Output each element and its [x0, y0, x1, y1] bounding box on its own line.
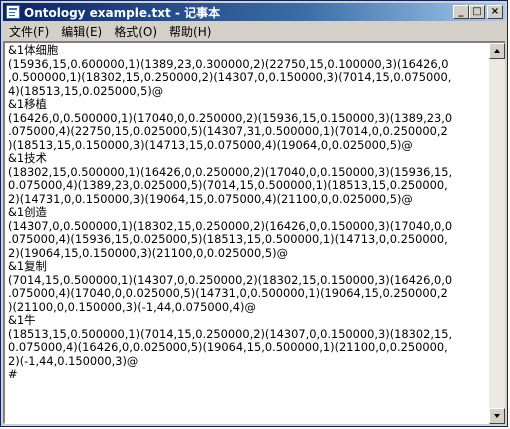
document-line: .075000,4)(15936,15,0.025000,5)(18513,15… — [8, 232, 448, 246]
document-line: &1技术 — [8, 151, 47, 165]
arrow-up-icon — [494, 49, 500, 53]
document-line: )(18513,15,0.150000,3)(14713,15,0.075000… — [8, 137, 413, 152]
document-line: .075000,4)(22750,15,0.025000,5)(14307,31… — [8, 124, 448, 138]
close-button[interactable]: × — [487, 5, 503, 19]
vertical-scrollbar[interactable] — [489, 41, 505, 424]
document-line: (15936,15,0.600000,1)(1389,23,0.300000,2… — [8, 56, 449, 71]
minimize-button[interactable]: _ — [453, 5, 469, 19]
document-line: 0.075000,4)(16426,0,0.025000,5)(19064,15… — [8, 340, 448, 354]
document-line: 2)(19064,15,0.150000,3)(21100,0,0.025000… — [8, 245, 288, 260]
menu-edit[interactable]: 编辑(E) — [55, 23, 108, 40]
document-line: ,0.500000,1)(18302,15,0.250000,2)(14307,… — [8, 70, 452, 84]
document-line: &1牛 — [8, 313, 36, 327]
scroll-down-button[interactable] — [489, 408, 505, 424]
menu-file[interactable]: 文件(F) — [3, 23, 55, 40]
document-line: 4)(18513,15,0.025000,5)@ — [8, 83, 164, 98]
document-line: .075000,4)(17040,0,0.025000,5)(14731,0,0… — [8, 286, 448, 300]
notepad-window: Ontology example.txt - 记事本 _ □ × 文件(F) 编… — [0, 0, 508, 427]
menu-help[interactable]: 帮助(H) — [163, 23, 217, 40]
document-line: &1体细胞 — [8, 43, 59, 57]
window-title: Ontology example.txt - 记事本 — [24, 5, 221, 20]
document-line: (18302,15,0.500000,1)(16426,0,0.250000,2… — [8, 164, 453, 179]
document-line: (14307,0,0.500000,1)(18302,15,0.250000,2… — [8, 218, 453, 233]
arrow-down-icon — [494, 414, 500, 418]
maximize-button[interactable]: □ — [469, 5, 485, 19]
document-line: 2)(-1,44,0.150000,3)@ — [8, 353, 139, 368]
document-line: 2)(14731,0,0.150000,3)(19064,15,0.075000… — [8, 191, 413, 206]
document-line: (7014,15,0.500000,1)(14307,0,0.250000,2)… — [8, 272, 453, 287]
menu-format[interactable]: 格式(O) — [108, 23, 163, 40]
title-bar[interactable]: Ontology example.txt - 记事本 _ □ × — [3, 3, 505, 21]
notepad-icon — [6, 5, 20, 19]
document-line: &1复制 — [8, 259, 47, 273]
document-line: # — [8, 367, 18, 381]
document-line: (16426,0,0.500000,1)(17040,0,0.250000,2)… — [8, 110, 453, 125]
document-text[interactable]: &1体细胞 (15936,15,0.600000,1)(1389,23,0.30… — [5, 43, 489, 382]
text-editor[interactable]: &1体细胞 (15936,15,0.600000,1)(1389,23,0.30… — [3, 41, 489, 424]
document-line: &1创造 — [8, 205, 47, 219]
document-line: )(21100,0,0.150000,3)(-1,44,0.075000,4)@ — [8, 299, 256, 314]
scroll-up-button[interactable] — [489, 43, 505, 59]
menu-bar: 文件(F) 编辑(E) 格式(O) 帮助(H) — [3, 22, 505, 40]
document-line: 0.075000,4)(1389,23,0.025000,5)(7014,15,… — [8, 178, 448, 192]
document-line: (18513,15,0.500000,1)(7014,15,0.250000,2… — [8, 326, 453, 341]
document-line: &1移植 — [8, 97, 47, 111]
